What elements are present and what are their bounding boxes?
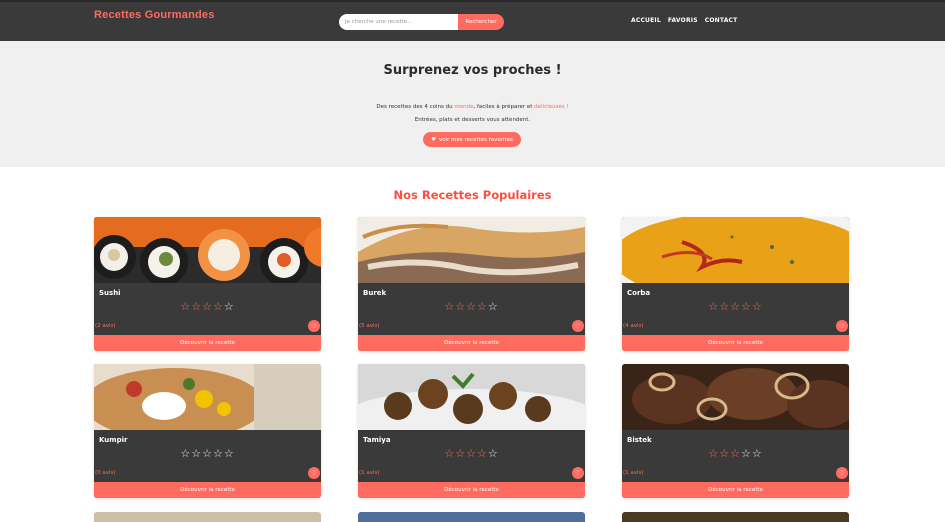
main-nav: ACCUEIL FAVORIS CONTACT: [631, 17, 737, 24]
discover-recipe-button[interactable]: Découvrir la recette: [94, 335, 321, 351]
recipe-card: Bistek ☆☆☆☆☆ (1 avis) ♡ Découvrir la rec…: [622, 364, 849, 498]
search-input[interactable]: [339, 14, 458, 30]
star-icon[interactable]: ☆: [202, 447, 213, 460]
recipe-card-partial: [358, 512, 585, 522]
star-icon[interactable]: ☆: [224, 300, 235, 313]
nav-contact[interactable]: CONTACT: [705, 17, 738, 24]
hero-highlight-monde: monde: [454, 104, 474, 110]
star-icon[interactable]: ☆: [180, 300, 191, 313]
star-icon[interactable]: ☆: [213, 447, 224, 460]
recipe-name: Kumpir: [99, 436, 128, 444]
star-icon[interactable]: ☆: [730, 447, 741, 460]
star-icon[interactable]: ☆: [466, 300, 477, 313]
star-icon[interactable]: ☆: [488, 300, 499, 313]
favorite-heart-icon[interactable]: ♡: [308, 467, 320, 479]
star-icon[interactable]: ☆: [455, 447, 466, 460]
star-icon[interactable]: ☆: [708, 447, 719, 460]
hero-banner: Surprenez vos proches ! Des recettes des…: [0, 41, 945, 167]
hero-description: Des recettes des 4 coins du monde, facil…: [0, 104, 945, 110]
star-icon[interactable]: ☆: [466, 447, 477, 460]
star-icon[interactable]: ☆: [224, 447, 235, 460]
recipe-name: Tamiya: [363, 436, 391, 444]
star-icon[interactable]: ☆: [752, 300, 763, 313]
recipe-image-corba: [622, 217, 849, 283]
star-icon[interactable]: ☆: [444, 300, 455, 313]
rating-stars[interactable]: ☆☆☆☆☆: [94, 300, 321, 313]
recipe-image-burek: [358, 217, 585, 283]
brand-logo[interactable]: Recettes Gourmandes: [94, 9, 215, 21]
star-icon[interactable]: ☆: [719, 300, 730, 313]
star-icon[interactable]: ☆: [741, 447, 752, 460]
hero-highlight-delicieuses: délicieuses !: [534, 104, 569, 110]
favorite-heart-icon[interactable]: ♡: [836, 467, 848, 479]
favorite-heart-icon[interactable]: ♡: [572, 467, 584, 479]
star-icon[interactable]: ☆: [213, 300, 224, 313]
star-icon[interactable]: ☆: [477, 447, 488, 460]
discover-recipe-button[interactable]: Découvrir la recette: [622, 482, 849, 498]
star-icon[interactable]: ☆: [719, 447, 730, 460]
review-count: (5 avis): [359, 323, 380, 329]
section-title: Nos Recettes Populaires: [393, 188, 552, 202]
discover-recipe-button[interactable]: Découvrir la recette: [358, 335, 585, 351]
recipe-card: Sushi ☆☆☆☆☆ (2 avis) ♡ Découvrir la rece…: [94, 217, 321, 351]
star-icon[interactable]: ☆: [180, 447, 191, 460]
favorites-button[interactable]: ♥ voir mes recettes favorites: [423, 132, 521, 147]
hero-text-part: Des recettes des 4 coins du: [376, 104, 455, 110]
star-icon[interactable]: ☆: [477, 300, 488, 313]
search-button[interactable]: Rechercher: [458, 14, 504, 30]
hero-subtext: Entrées, plats et desserts vous attenden…: [414, 117, 531, 123]
recipe-name: Burek: [363, 289, 387, 297]
top-navbar: Recettes Gourmandes Rechercher ACCUEIL F…: [0, 0, 945, 41]
rating-stars[interactable]: ☆☆☆☆☆: [94, 447, 321, 460]
rating-stars[interactable]: ☆☆☆☆☆: [358, 300, 585, 313]
recipe-name: Corba: [627, 289, 651, 297]
hero-title: Surprenez vos proches !: [383, 63, 562, 78]
review-count: (1 avis): [359, 470, 380, 476]
star-icon[interactable]: ☆: [741, 300, 752, 313]
star-icon[interactable]: ☆: [752, 447, 763, 460]
favorite-heart-icon[interactable]: ♡: [836, 320, 848, 332]
star-icon[interactable]: ☆: [708, 300, 719, 313]
star-icon[interactable]: ☆: [191, 447, 202, 460]
discover-recipe-button[interactable]: Découvrir la recette: [94, 482, 321, 498]
star-icon[interactable]: ☆: [455, 300, 466, 313]
review-count: (1 avis): [623, 470, 644, 476]
recipe-image-sushi: [94, 217, 321, 283]
recipe-name: Sushi: [99, 289, 121, 297]
favorites-button-label: voir mes recettes favorites: [439, 136, 513, 143]
review-count: (4 avis): [623, 323, 644, 329]
discover-recipe-button[interactable]: Découvrir la recette: [622, 335, 849, 351]
star-icon[interactable]: ☆: [191, 300, 202, 313]
heart-icon: ♥: [431, 136, 437, 143]
recipe-image-kumpir: [94, 364, 321, 430]
star-icon[interactable]: ☆: [444, 447, 455, 460]
review-count: (2 avis): [95, 323, 116, 329]
rating-stars[interactable]: ☆☆☆☆☆: [622, 300, 849, 313]
recipe-card: Kumpir ☆☆☆☆☆ (0 avis) ♡ Découvrir la rec…: [94, 364, 321, 498]
recipe-card-partial: [622, 512, 849, 522]
nav-accueil[interactable]: ACCUEIL: [631, 17, 661, 24]
discover-recipe-button[interactable]: Découvrir la recette: [358, 482, 585, 498]
nav-favoris[interactable]: FAVORIS: [668, 17, 698, 24]
recipe-card: Corba ☆☆☆☆☆ (4 avis) ♡ Découvrir la rece…: [622, 217, 849, 351]
rating-stars[interactable]: ☆☆☆☆☆: [358, 447, 585, 460]
recipe-card: Tamiya ☆☆☆☆☆ (1 avis) ♡ Découvrir la rec…: [358, 364, 585, 498]
search-bar: Rechercher: [339, 14, 505, 30]
favorite-heart-icon[interactable]: ♡: [308, 320, 320, 332]
hero-text-part: , faciles à préparer et: [473, 104, 535, 110]
recipe-card-partial: [94, 512, 321, 522]
recipe-name: Bistek: [627, 436, 652, 444]
recipe-card: Burek ☆☆☆☆☆ (5 avis) ♡ Découvrir la rece…: [358, 217, 585, 351]
rating-stars[interactable]: ☆☆☆☆☆: [622, 447, 849, 460]
star-icon[interactable]: ☆: [202, 300, 213, 313]
star-icon[interactable]: ☆: [488, 447, 499, 460]
recipe-image-tamiya: [358, 364, 585, 430]
review-count: (0 avis): [95, 470, 116, 476]
star-icon[interactable]: ☆: [730, 300, 741, 313]
recipe-image-bistek: [622, 364, 849, 430]
favorite-heart-icon[interactable]: ♡: [572, 320, 584, 332]
